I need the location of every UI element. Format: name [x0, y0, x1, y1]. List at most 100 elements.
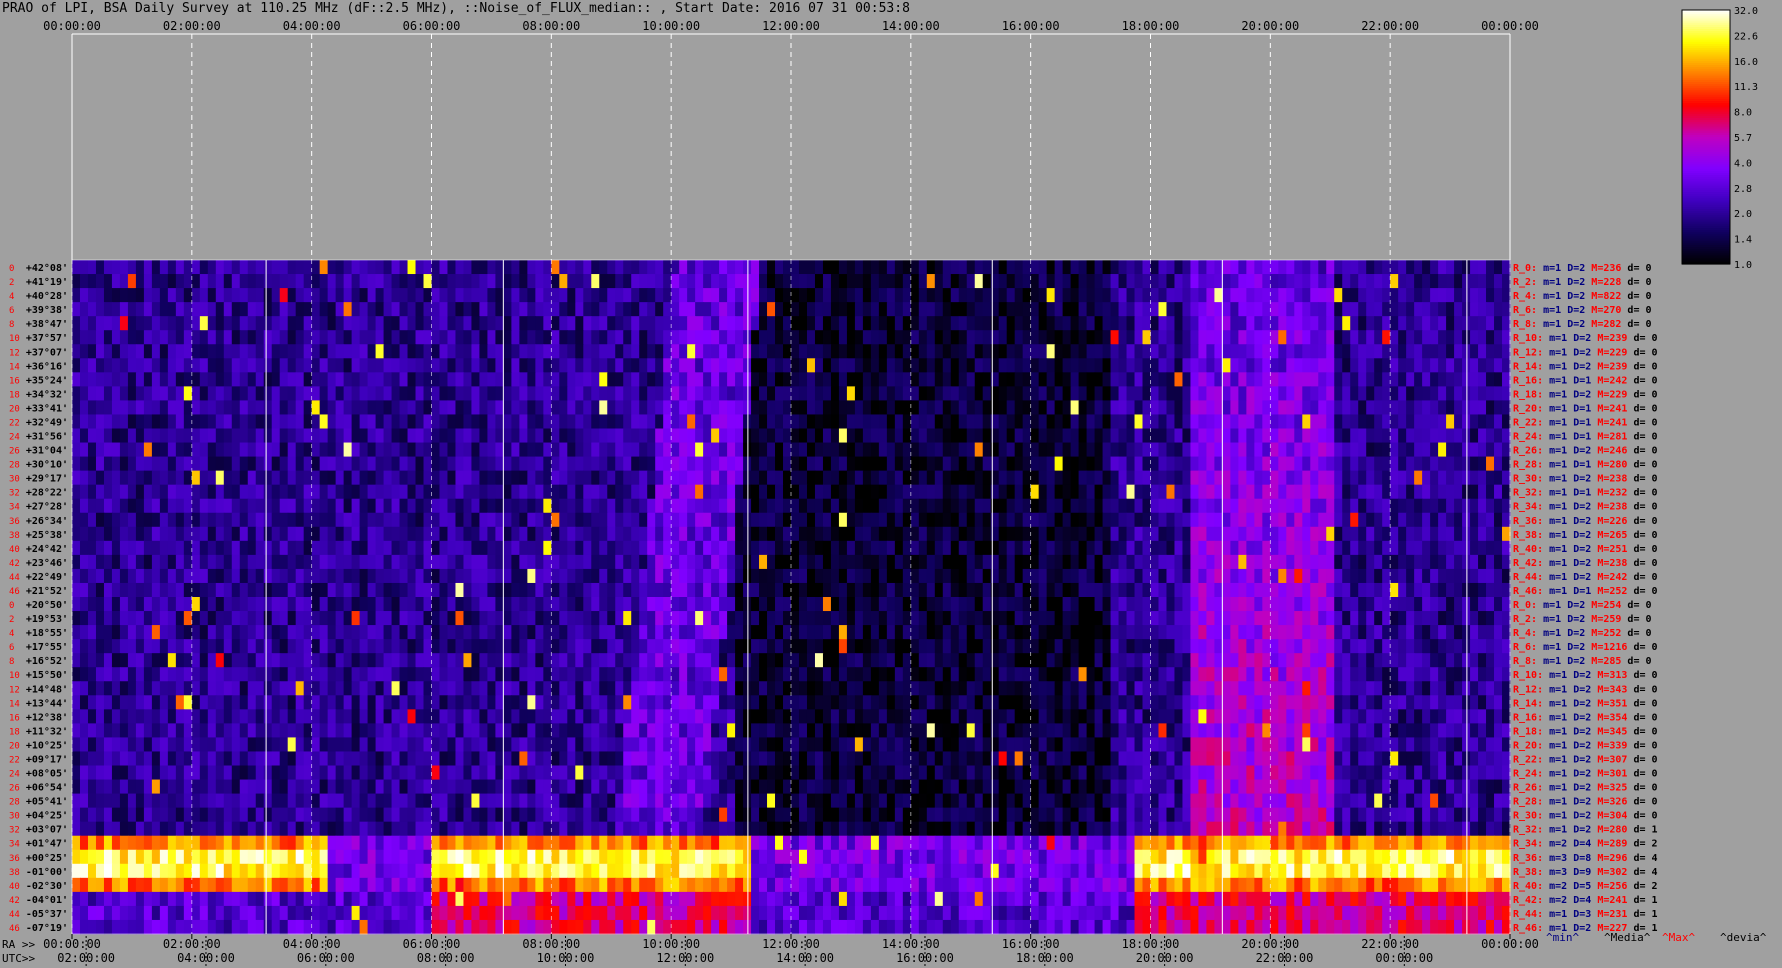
heatmap-cell	[902, 512, 912, 528]
heatmap-cell	[918, 568, 928, 584]
heatmap-cell	[1398, 498, 1407, 514]
heatmap-cell	[311, 414, 321, 429]
heatmap-cell	[671, 358, 680, 373]
heatmap-cell	[910, 260, 920, 275]
heatmap-cell	[615, 639, 624, 654]
heatmap-cell	[1142, 386, 1152, 401]
heatmap-cell	[1350, 372, 1359, 387]
heatmap-cell	[311, 400, 321, 415]
heatmap-cell	[814, 611, 824, 626]
heatmap-cell	[974, 582, 984, 598]
heatmap-cell	[1102, 526, 1112, 542]
heatmap-cell	[191, 442, 201, 457]
heatmap-cell	[1478, 442, 1487, 457]
heatmap-cell	[239, 400, 249, 415]
heatmap-cell	[870, 456, 880, 472]
heatmap-cell	[1438, 288, 1447, 303]
heatmap-cell	[1310, 498, 1319, 514]
heatmap-cell	[1006, 386, 1016, 401]
heatmap-cell	[1038, 386, 1048, 401]
heatmap-cell	[679, 526, 688, 542]
heatmap-cell	[79, 470, 89, 486]
heatmap-cell	[878, 288, 888, 303]
heatmap-cell	[719, 274, 728, 289]
heatmap-cell	[1350, 386, 1359, 401]
heatmap-cell	[1126, 526, 1136, 542]
heatmap-cell	[878, 456, 888, 472]
heatmap-cell	[343, 358, 353, 373]
heatmap-cell	[79, 625, 89, 640]
heatmap-cell	[367, 554, 377, 570]
heatmap-cell	[687, 470, 696, 486]
heatmap-cell	[1470, 274, 1479, 289]
heatmap-cell	[415, 414, 425, 429]
heatmap-cell	[878, 639, 888, 654]
heatmap-cell	[1206, 568, 1216, 584]
heatmap-cell	[1342, 260, 1351, 275]
heatmap-cell	[479, 625, 489, 640]
heatmap-cell	[663, 625, 672, 640]
heatmap-cell	[998, 470, 1008, 486]
heatmap-cell	[926, 540, 936, 556]
heatmap-cell	[1230, 358, 1239, 373]
heatmap-cell	[399, 484, 409, 500]
heatmap-cell	[663, 260, 672, 275]
heatmap-cell	[814, 400, 824, 415]
heatmap-cell	[1430, 428, 1439, 443]
heatmap-cell	[359, 554, 369, 570]
heatmap-cell	[191, 597, 201, 612]
heatmap-cell	[1086, 611, 1096, 626]
heatmap-cell	[559, 639, 568, 654]
heatmap-cell	[1342, 372, 1351, 387]
heatmap-cell	[367, 428, 377, 443]
heatmap-cell	[415, 540, 425, 556]
heatmap-cell	[854, 611, 864, 626]
heatmap-cell	[447, 554, 457, 570]
heatmap-cell	[719, 330, 728, 345]
heatmap-cell	[759, 456, 768, 472]
heatmap-cell	[958, 568, 968, 584]
heatmap-cell	[1390, 540, 1399, 556]
heatmap-cell	[143, 526, 153, 542]
heatmap-cell	[207, 414, 217, 429]
heatmap-cell	[1406, 611, 1415, 626]
heatmap-cell	[343, 302, 353, 317]
heatmap-cell	[1318, 414, 1327, 429]
heatmap-cell	[391, 554, 401, 570]
heatmap-cell	[838, 597, 848, 612]
heatmap-cell	[215, 512, 225, 528]
heatmap-cell	[327, 625, 337, 640]
heatmap-cell	[567, 330, 576, 345]
heatmap-cell	[1358, 302, 1367, 317]
heatmap-cell	[1302, 260, 1311, 275]
heatmap-cell	[894, 540, 904, 556]
heatmap-cell	[1406, 260, 1415, 275]
heatmap-cell	[1038, 484, 1048, 500]
heatmap-cell	[1006, 568, 1016, 584]
heatmap-cell	[423, 582, 433, 598]
heatmap-cell	[910, 625, 920, 640]
heatmap-cell	[1358, 568, 1367, 584]
heatmap-cell	[135, 400, 145, 415]
heatmap-cell	[1342, 442, 1351, 457]
heatmap-cell	[1022, 470, 1032, 486]
heatmap-cell	[343, 498, 353, 514]
heatmap-cell	[503, 330, 512, 345]
heatmap-cell	[1014, 428, 1024, 443]
heatmap-cell	[615, 260, 624, 275]
heatmap-cell	[151, 358, 161, 373]
heatmap-cell	[215, 302, 225, 317]
heatmap-cell	[1502, 442, 1511, 457]
heatmap-cell	[1102, 372, 1112, 387]
heatmap-cell	[575, 372, 584, 387]
heatmap-cell	[87, 442, 97, 457]
heatmap-cell	[1414, 358, 1423, 373]
heatmap-cell	[527, 400, 536, 415]
heatmap-cell	[1150, 442, 1160, 457]
heatmap-cell	[1302, 358, 1311, 373]
heatmap-cell	[1478, 344, 1487, 359]
heatmap-cell	[263, 512, 273, 528]
heatmap-cell	[311, 540, 321, 556]
heatmap-cell	[487, 302, 497, 317]
heatmap-cell	[367, 526, 377, 542]
